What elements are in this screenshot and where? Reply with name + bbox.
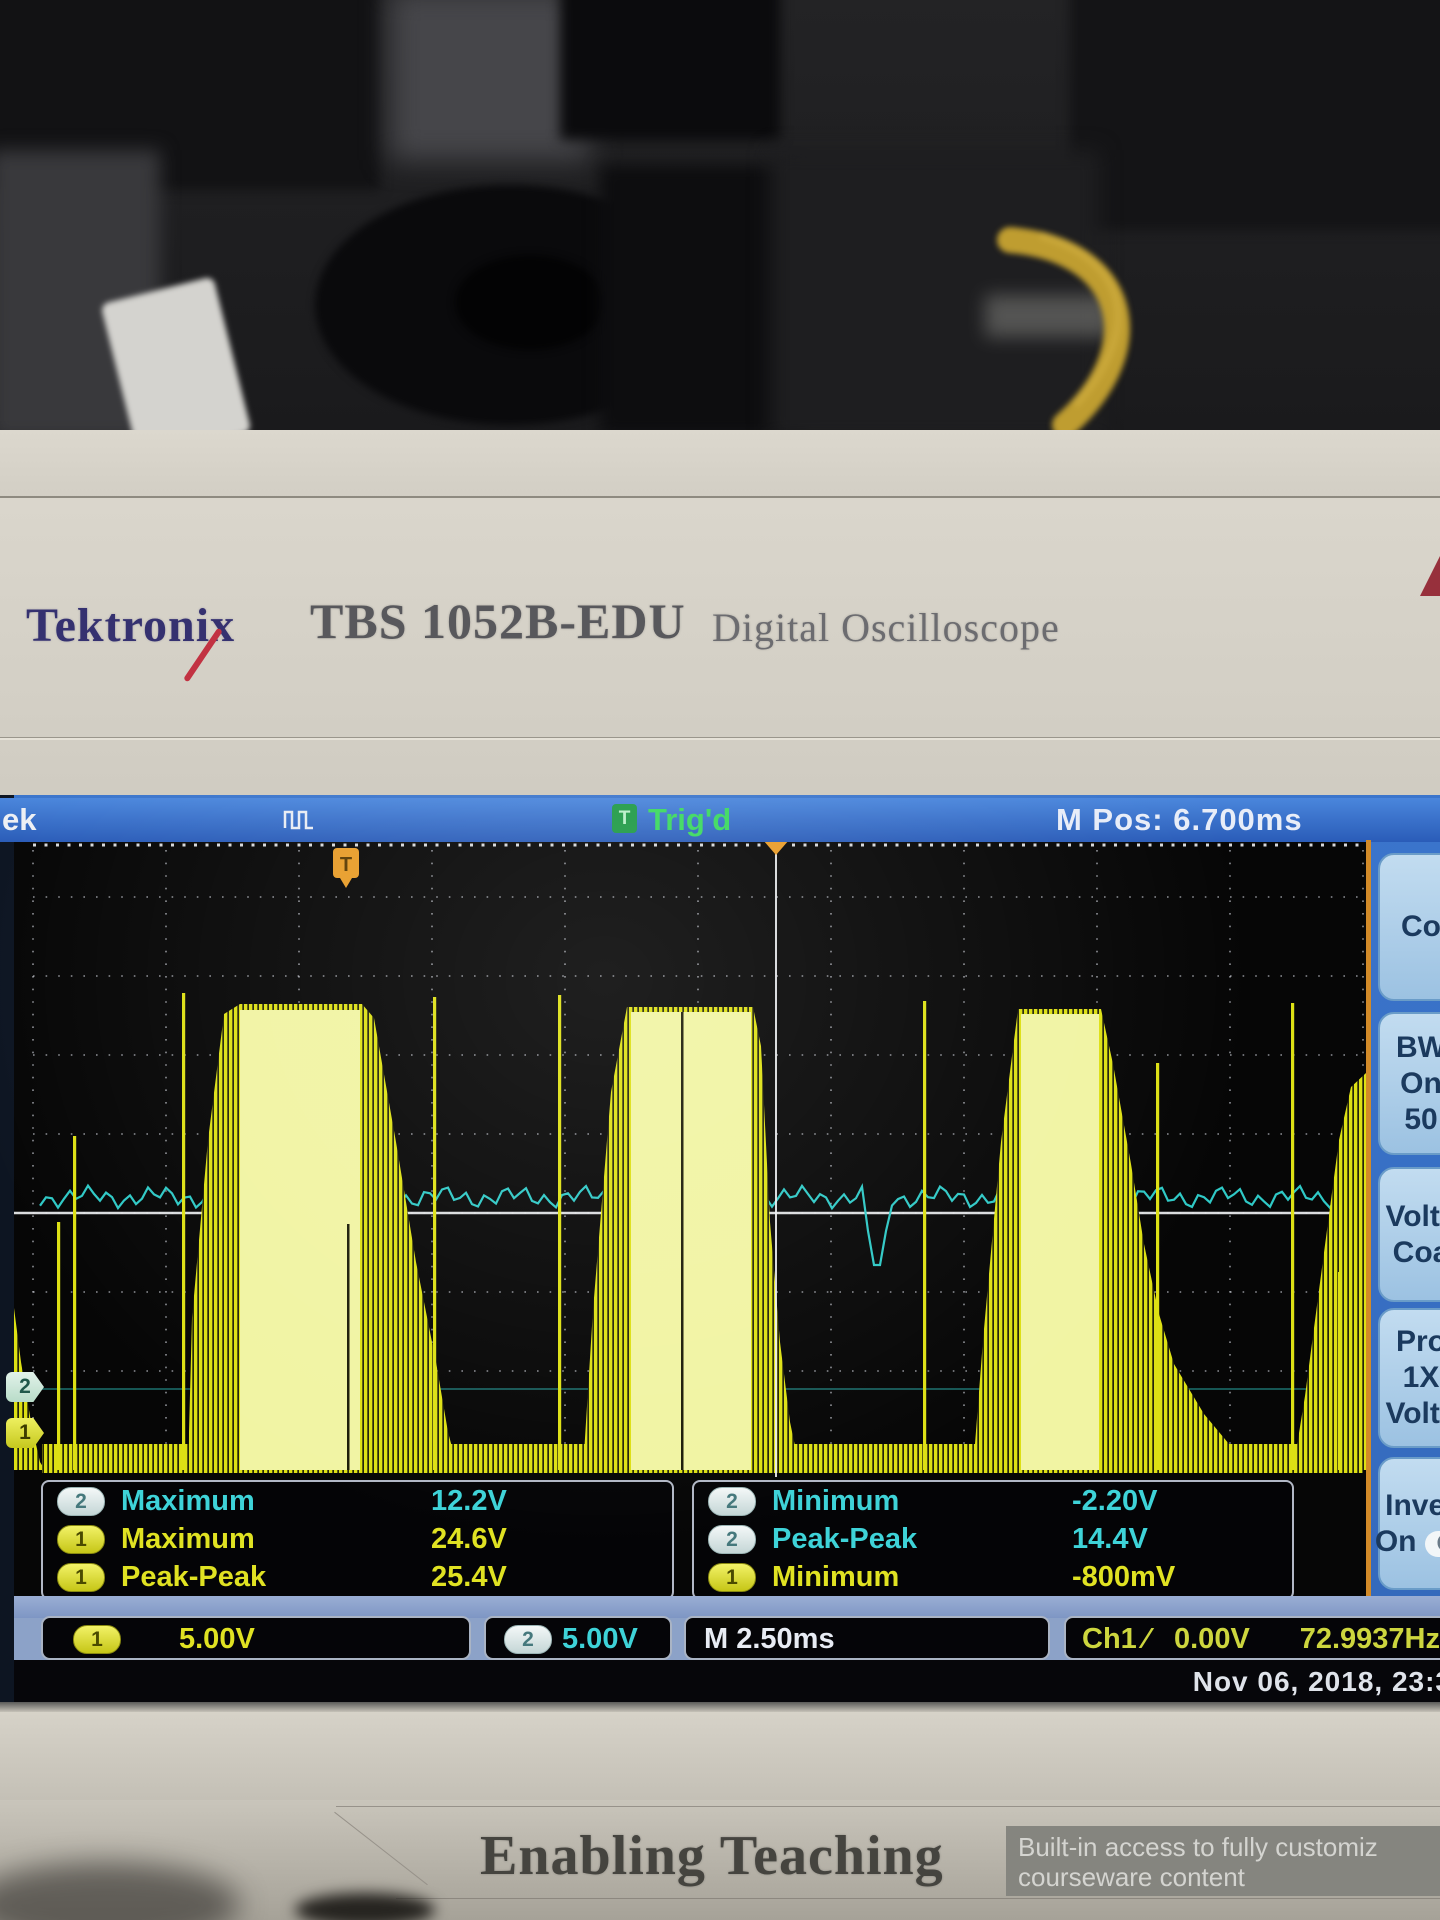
- date-bar: Nov 06, 2018, 23:3: [14, 1660, 1440, 1702]
- measurement-value: 24.6V: [431, 1523, 507, 1555]
- svg-text:T: T: [340, 854, 352, 876]
- menu-button-4[interactable]: Pro1XVolta: [1378, 1308, 1440, 1448]
- product-name: Digital Oscilloscope: [712, 605, 1060, 650]
- panel-groove-highlight: [0, 738, 1440, 740]
- ch2-badge: 2: [504, 1625, 552, 1654]
- menu-button-5[interactable]: InverOnO: [1375, 1457, 1440, 1590]
- trigger-box: Ch1 ∕ 0.00V 72.9937Hz: [1064, 1616, 1440, 1660]
- ch1-badge: 1: [73, 1625, 121, 1654]
- measurement-row: 2 Minimum -2.20V: [694, 1482, 1292, 1520]
- channel-badge: 2: [708, 1525, 756, 1554]
- measurement-label: Maximum: [121, 1485, 255, 1517]
- shadow-knob: [295, 1893, 435, 1920]
- measurement-value: 25.4V: [431, 1561, 507, 1593]
- measurement-row: 1 Peak-Peak 25.4V: [43, 1558, 672, 1596]
- separator-band: [14, 1596, 1440, 1618]
- menu-toggle-pill: O: [1424, 1530, 1440, 1557]
- case-top-surface: [0, 430, 1440, 500]
- menu-button-label: Inver: [1385, 1488, 1440, 1522]
- measurement-label: Peak-Peak: [772, 1523, 918, 1555]
- red-sticker-fragment: [1420, 556, 1440, 596]
- background-tape-roll-hole: [455, 255, 605, 350]
- measurement-label: Maximum: [121, 1523, 255, 1555]
- channel-badge: 1: [57, 1525, 105, 1554]
- measurement-value: 12.2V: [431, 1485, 507, 1517]
- timebase-readout: M 2.50ms: [704, 1623, 835, 1655]
- lower-bezel: [0, 1712, 1440, 1800]
- timebase-box: M 2.50ms: [684, 1616, 1050, 1660]
- channel-badge: 1: [57, 1563, 105, 1592]
- measurement-row: 2 Peak-Peak 14.4V: [694, 1520, 1292, 1558]
- trigger-frequency: 72.9937Hz: [1299, 1623, 1440, 1655]
- channel-badge: 2: [57, 1487, 105, 1516]
- menu-button-label: 50: [1404, 1102, 1438, 1136]
- ch1-scale-box: 1 5.00V: [41, 1616, 471, 1660]
- cropped-tek-text: ek: [2, 802, 37, 837]
- menu-button-2[interactable]: BW On 50: [1378, 1012, 1440, 1155]
- menu-button-label: Coa: [1392, 1235, 1440, 1269]
- channel-badge: 1: [708, 1563, 756, 1592]
- footer-plate-bottom-line: [396, 1898, 1440, 1899]
- measurement-value: 14.4V: [1072, 1523, 1148, 1555]
- measurement-value: -800mV: [1072, 1561, 1176, 1593]
- trigger-status-text: Trig'd: [648, 802, 732, 837]
- ch2-scale-box: 2 5.00V: [484, 1616, 672, 1660]
- info-box: Built-in access to fully customiz course…: [1006, 1826, 1440, 1896]
- trigger-level: 0.00V: [1174, 1623, 1250, 1655]
- horizontal-position-readout: M Pos: 6.700ms: [1056, 802, 1303, 837]
- screen-bottom-edge: [0, 1702, 1440, 1712]
- ch1-volts-per-div: 5.00V: [179, 1623, 255, 1655]
- photo-of-oscilloscope: Tektronix TBS 1052B-EDU Digital Oscillos…: [0, 0, 1440, 1920]
- measurement-row: 1 Minimum -800mV: [694, 1558, 1292, 1596]
- background-scene: [0, 0, 1440, 440]
- measurement-label: Minimum: [772, 1561, 900, 1593]
- channel-badge: 2: [708, 1487, 756, 1516]
- menu-button-label: Volts: [1385, 1199, 1440, 1233]
- trigger-status-icon: T: [612, 804, 637, 833]
- brand-logo: Tektronix: [26, 599, 236, 652]
- info-line-1: Built-in access to fully customiz: [1018, 1832, 1378, 1862]
- menu-divider-line: [1366, 840, 1371, 1596]
- model-number: TBS 1052B-EDU: [310, 593, 686, 649]
- measurement-label: Minimum: [772, 1485, 900, 1517]
- trigger-source: Ch1: [1082, 1623, 1137, 1655]
- measurement-box-right: 2 Minimum -2.20V 2 Peak-Peak 14.4V 1 Minimum -80…: [692, 1480, 1294, 1600]
- menu-button-label: OnO: [1375, 1524, 1440, 1560]
- menu-button-3[interactable]: VoltsCoa: [1378, 1167, 1440, 1302]
- screen-left-border: [0, 795, 14, 1712]
- peak-detect-icon: [283, 810, 313, 830]
- info-line-2: courseware content: [1018, 1862, 1245, 1892]
- measurement-row: 1 Maximum 24.6V: [43, 1520, 672, 1558]
- background-yellow-cable: [997, 227, 1130, 438]
- waveform-display: T: [14, 840, 1366, 1477]
- menu-button-label: On: [1400, 1066, 1440, 1100]
- measurement-label: Peak-Peak: [121, 1561, 267, 1593]
- measurement-row: 2 Maximum 12.2V: [43, 1482, 672, 1520]
- ch2-volts-per-div: 5.00V: [562, 1623, 638, 1655]
- menu-button-label: BW: [1396, 1030, 1440, 1064]
- menu-button-label: Pro: [1395, 1325, 1440, 1358]
- background-equipment: [560, 0, 780, 140]
- measurement-value: -2.20V: [1072, 1485, 1158, 1517]
- menu-button-1[interactable]: Co: [1378, 853, 1440, 1001]
- menu-button-label: Volta: [1385, 1397, 1440, 1430]
- rising-edge-icon: ∕: [1144, 1623, 1149, 1655]
- datetime-readout: Nov 06, 2018, 23:3: [1192, 1666, 1440, 1697]
- footer-plate-top-line: [336, 1806, 1440, 1807]
- tagline: Enabling Teaching: [480, 1825, 944, 1887]
- menu-button-label: Co: [1401, 910, 1440, 943]
- menu-button-label: 1X: [1402, 1361, 1440, 1394]
- measurement-box-left: 2 Maximum 12.2V 1 Maximum 24.6V 1 Peak-Peak 25.4…: [41, 1480, 674, 1600]
